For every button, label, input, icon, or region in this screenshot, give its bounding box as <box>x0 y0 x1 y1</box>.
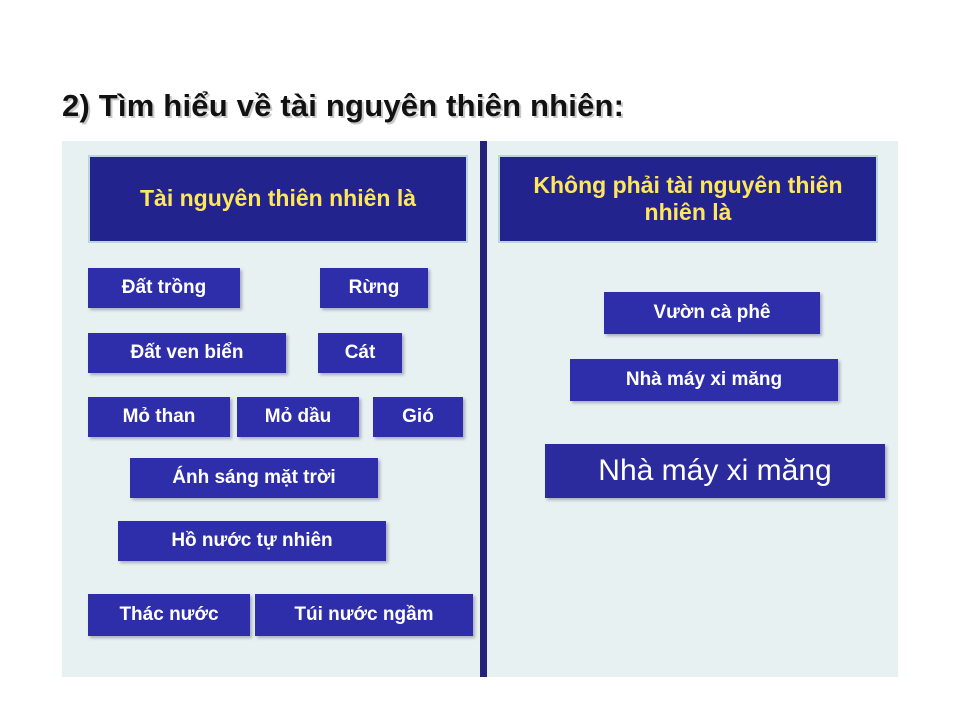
resource-box: Vườn cà phê <box>604 292 820 334</box>
resource-box: Gió <box>373 397 463 437</box>
resource-box: Nhà máy xi măng <box>570 359 838 401</box>
resource-box: Mỏ dầu <box>237 397 359 437</box>
column-header-left: Tài nguyên thiên nhiên là <box>88 155 468 243</box>
resource-box: Thác nước <box>88 594 250 636</box>
resource-box: Ánh sáng mặt trời <box>130 458 378 498</box>
column-header-right: Không phải tài nguyên thiên nhiên là <box>498 155 878 243</box>
resource-box: Nhà máy xi măng <box>545 444 885 498</box>
column-divider <box>480 141 487 677</box>
resource-box: Mỏ than <box>88 397 230 437</box>
resource-box: Đất ven biển <box>88 333 286 373</box>
resource-box: Đất trồng <box>88 268 240 308</box>
resource-box: Rừng <box>320 268 428 308</box>
slide-canvas: 2) Tìm hiểu về tài nguyên thiên nhiên: T… <box>0 0 960 720</box>
resource-box: Cát <box>318 333 402 373</box>
page-title: 2) Tìm hiểu về tài nguyên thiên nhiên: <box>62 88 625 123</box>
resource-box: Túi nước ngầm <box>255 594 473 636</box>
resource-box: Hồ nước tự nhiên <box>118 521 386 561</box>
